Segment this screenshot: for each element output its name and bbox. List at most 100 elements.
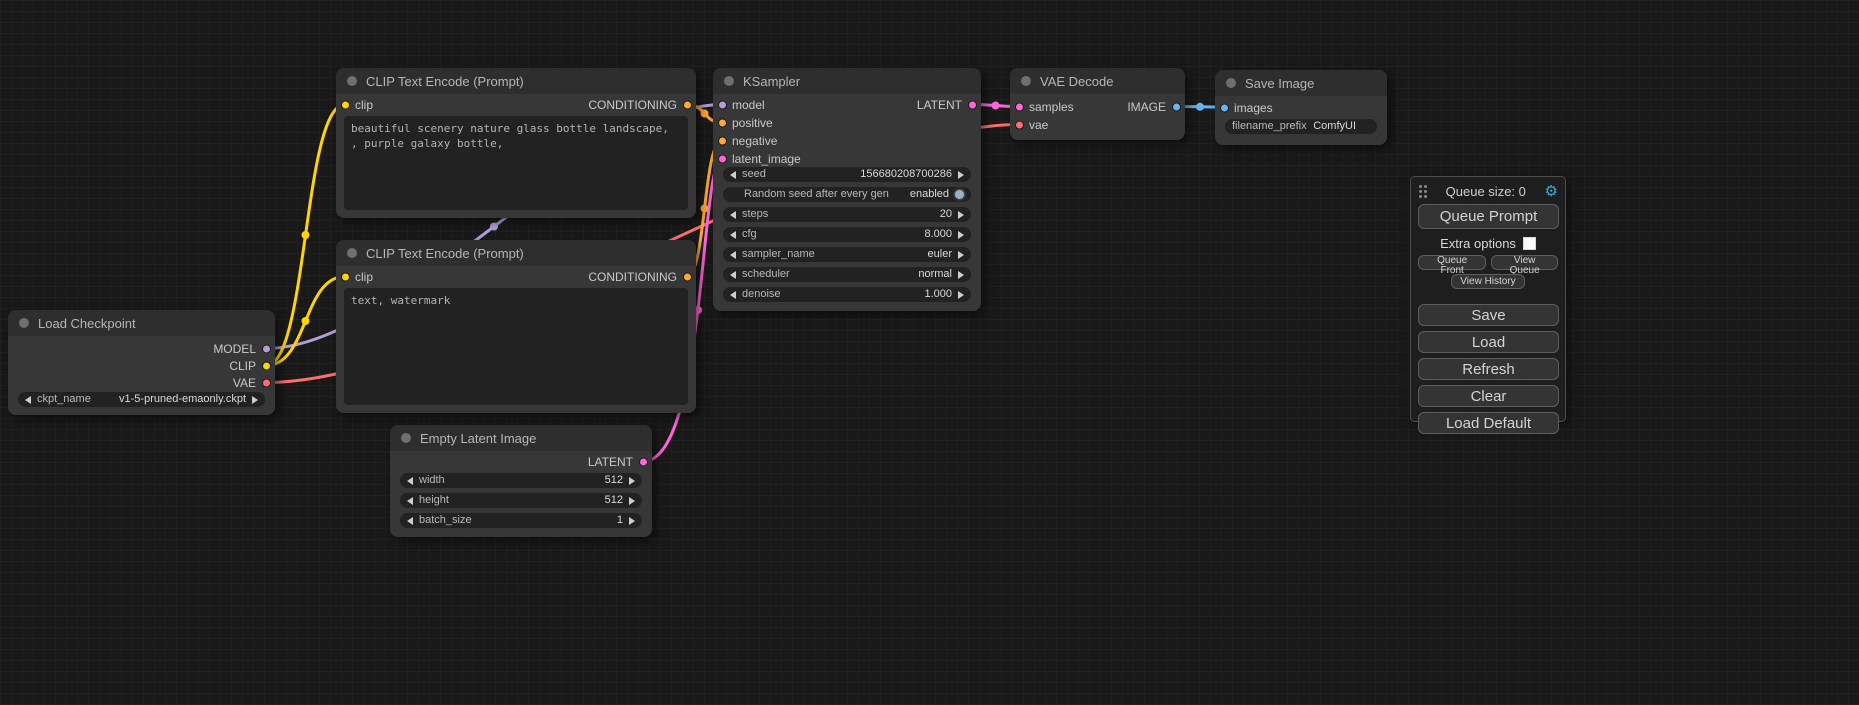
decrement-arrow-icon[interactable] bbox=[730, 271, 736, 279]
collapse-dot-icon[interactable] bbox=[347, 248, 357, 258]
decrement-arrow-icon[interactable] bbox=[25, 396, 31, 404]
view-queue-button[interactable]: View Queue bbox=[1491, 255, 1558, 270]
queue-front-button[interactable]: Queue Front bbox=[1418, 255, 1486, 270]
output-slot-latent: LATENT bbox=[390, 453, 652, 470]
input-dot-latent-image[interactable] bbox=[718, 154, 727, 163]
decrement-arrow-icon[interactable] bbox=[730, 291, 736, 299]
increment-arrow-icon[interactable] bbox=[958, 231, 964, 239]
output-dot-latent[interactable] bbox=[639, 457, 648, 466]
node-save-image[interactable]: Save Image images filename_prefix ComfyU… bbox=[1215, 70, 1387, 145]
collapse-dot-icon[interactable] bbox=[1226, 78, 1236, 88]
output-dot-conditioning[interactable] bbox=[683, 272, 692, 281]
input-dot-vae[interactable] bbox=[1015, 120, 1024, 129]
node-title: Load Checkpoint bbox=[38, 316, 136, 331]
increment-arrow-icon[interactable] bbox=[629, 497, 635, 505]
node-vae-decode[interactable]: VAE Decode samples IMAGE vae bbox=[1010, 68, 1185, 140]
input-label-positive: positive bbox=[732, 116, 773, 130]
output-slot-clip: CLIP bbox=[8, 357, 275, 374]
output-slot-conditioning: CONDITIONING bbox=[336, 96, 696, 113]
input-dot-negative[interactable] bbox=[718, 136, 727, 145]
collapse-dot-icon[interactable] bbox=[347, 76, 357, 86]
decrement-arrow-icon[interactable] bbox=[407, 517, 413, 525]
collapse-dot-icon[interactable] bbox=[19, 318, 29, 328]
node-title-bar[interactable]: VAE Decode bbox=[1010, 68, 1185, 94]
link-midpoint-dot bbox=[490, 223, 498, 231]
extra-options-label: Extra options bbox=[1440, 236, 1516, 251]
output-dot-latent[interactable] bbox=[968, 100, 977, 109]
link-midpoint-dot bbox=[1196, 103, 1204, 111]
node-title-bar[interactable]: KSampler bbox=[713, 68, 981, 94]
prompt-textarea[interactable]: text, watermark bbox=[344, 288, 688, 405]
collapse-dot-icon[interactable] bbox=[401, 433, 411, 443]
prompt-textarea[interactable]: beautiful scenery nature glass bottle la… bbox=[344, 116, 688, 210]
decrement-arrow-icon[interactable] bbox=[407, 477, 413, 485]
settings-gear-icon[interactable] bbox=[1545, 184, 1558, 199]
toggle-icon[interactable] bbox=[955, 190, 964, 199]
output-dot-model[interactable] bbox=[262, 344, 271, 353]
decrement-arrow-icon[interactable] bbox=[730, 171, 736, 179]
widget-random-seed[interactable]: Random seed after every gen enabled bbox=[723, 187, 971, 202]
input-label-latent-image: latent_image bbox=[732, 152, 801, 166]
queue-prompt-button[interactable]: Queue Prompt bbox=[1418, 204, 1559, 229]
widget-batch-size[interactable]: batch_size 1 bbox=[400, 513, 642, 528]
output-dot-conditioning[interactable] bbox=[683, 100, 692, 109]
clear-button[interactable]: Clear bbox=[1418, 385, 1559, 407]
node-title-bar[interactable]: CLIP Text Encode (Prompt) bbox=[336, 240, 696, 266]
widget-value: 512 bbox=[605, 493, 623, 508]
load-button[interactable]: Load bbox=[1418, 331, 1559, 353]
node-load-checkpoint[interactable]: Load Checkpoint MODEL CLIP VAE ckpt_name… bbox=[8, 310, 275, 415]
node-ksampler[interactable]: KSampler model LATENT positive negative … bbox=[713, 68, 981, 311]
widget-cfg[interactable]: cfg 8.000 bbox=[723, 227, 971, 242]
increment-arrow-icon[interactable] bbox=[958, 171, 964, 179]
collapse-dot-icon[interactable] bbox=[724, 76, 734, 86]
increment-arrow-icon[interactable] bbox=[958, 291, 964, 299]
widget-height[interactable]: height 512 bbox=[400, 493, 642, 508]
decrement-arrow-icon[interactable] bbox=[730, 231, 736, 239]
output-slot-latent: LATENT bbox=[713, 96, 981, 113]
save-button[interactable]: Save bbox=[1418, 304, 1559, 326]
node-empty-latent-image[interactable]: Empty Latent Image LATENT width 512 heig… bbox=[390, 425, 652, 537]
output-dot-image[interactable] bbox=[1172, 102, 1181, 111]
input-slot-latent-image: latent_image bbox=[713, 150, 981, 167]
increment-arrow-icon[interactable] bbox=[629, 477, 635, 485]
queue-size-label: Queue size: 0 bbox=[1446, 184, 1526, 199]
widget-steps[interactable]: steps 20 bbox=[723, 207, 971, 222]
increment-arrow-icon[interactable] bbox=[958, 251, 964, 259]
widget-label: seed bbox=[742, 167, 766, 182]
decrement-arrow-icon[interactable] bbox=[730, 211, 736, 219]
widget-denoise[interactable]: denoise 1.000 bbox=[723, 287, 971, 302]
extra-options-checkbox[interactable] bbox=[1523, 237, 1536, 250]
output-dot-clip[interactable] bbox=[262, 361, 271, 370]
refresh-button[interactable]: Refresh bbox=[1418, 358, 1559, 380]
node-title-bar[interactable]: CLIP Text Encode (Prompt) bbox=[336, 68, 696, 94]
node-clip-text-encode-positive[interactable]: CLIP Text Encode (Prompt) clip CONDITION… bbox=[336, 68, 696, 218]
node-title-bar[interactable]: Empty Latent Image bbox=[390, 425, 652, 451]
view-history-button[interactable]: View History bbox=[1451, 274, 1524, 289]
input-dot-images[interactable] bbox=[1220, 103, 1229, 112]
output-dot-vae[interactable] bbox=[262, 378, 271, 387]
decrement-arrow-icon[interactable] bbox=[730, 251, 736, 259]
input-dot-positive[interactable] bbox=[718, 118, 727, 127]
widget-ckpt-name[interactable]: ckpt_name v1-5-pruned-emaonly.ckpt bbox=[18, 392, 265, 407]
drag-handle-icon[interactable] bbox=[1418, 184, 1427, 198]
collapse-dot-icon[interactable] bbox=[1021, 76, 1031, 86]
widget-width[interactable]: width 512 bbox=[400, 473, 642, 488]
widget-sampler-name[interactable]: sampler_name euler bbox=[723, 247, 971, 262]
increment-arrow-icon[interactable] bbox=[629, 517, 635, 525]
link-midpoint-dot bbox=[302, 231, 310, 239]
decrement-arrow-icon[interactable] bbox=[407, 497, 413, 505]
increment-arrow-icon[interactable] bbox=[252, 396, 258, 404]
input-slot-vae: vae bbox=[1010, 116, 1185, 133]
increment-arrow-icon[interactable] bbox=[958, 271, 964, 279]
node-clip-text-encode-negative[interactable]: CLIP Text Encode (Prompt) clip CONDITION… bbox=[336, 240, 696, 413]
widget-seed[interactable]: seed 156680208700286 bbox=[723, 167, 971, 182]
node-title-bar[interactable]: Load Checkpoint bbox=[8, 310, 275, 336]
widget-filename-prefix[interactable]: filename_prefix ComfyUI bbox=[1225, 119, 1377, 134]
load-default-button[interactable]: Load Default bbox=[1418, 412, 1559, 434]
node-title-bar[interactable]: Save Image bbox=[1215, 70, 1387, 96]
increment-arrow-icon[interactable] bbox=[958, 211, 964, 219]
widget-value: 156680208700286 bbox=[860, 167, 952, 182]
widget-scheduler[interactable]: scheduler normal bbox=[723, 267, 971, 282]
comfyui-canvas[interactable]: Load Checkpoint MODEL CLIP VAE ckpt_name… bbox=[0, 0, 1859, 705]
queue-menu-panel[interactable]: Queue size: 0 Queue Prompt Extra options… bbox=[1410, 176, 1566, 422]
